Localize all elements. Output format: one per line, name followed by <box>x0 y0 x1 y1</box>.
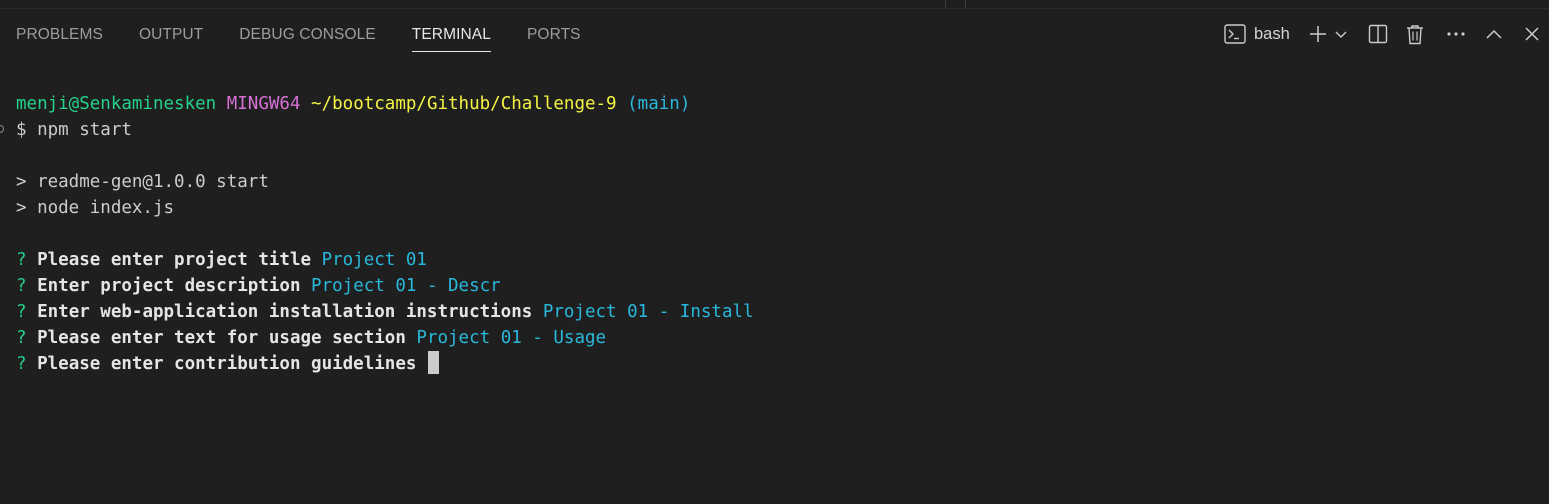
editor-divider <box>965 0 966 8</box>
tab-output[interactable]: OUTPUT <box>139 26 203 50</box>
tab-ports[interactable]: PORTS <box>527 26 581 50</box>
tab-problems[interactable]: PROBLEMS <box>16 26 103 50</box>
plus-icon <box>1308 24 1328 44</box>
prompt-line: menji@Senkaminesken MINGW64 ~/bootcamp/G… <box>0 91 1549 117</box>
question-text: Please enter text for usage section <box>37 328 406 348</box>
question-line: ? Please enter project title Project 01 <box>0 247 1549 273</box>
close-icon <box>1524 26 1540 42</box>
split-icon <box>1368 24 1388 44</box>
question-text: Enter web-application installation instr… <box>37 302 533 322</box>
command-line: $ npm start <box>0 117 1549 143</box>
question-mark: ? <box>16 250 27 270</box>
panel-header: PROBLEMS OUTPUT DEBUG CONSOLE TERMINAL P… <box>0 9 1549 61</box>
trash-icon <box>1406 24 1424 45</box>
question-text: Enter project description <box>37 276 301 296</box>
terminal-profile-label: bash <box>1254 24 1290 43</box>
new-terminal-button[interactable] <box>1307 21 1329 47</box>
question-line-active: ? Please enter contribution guidelines <box>0 351 1549 377</box>
tab-terminal[interactable]: TERMINAL <box>411 26 492 52</box>
terminal-profile-button[interactable]: bash <box>1224 21 1294 47</box>
split-terminal-button[interactable] <box>1367 21 1389 47</box>
answer-text: Project 01 <box>321 250 427 270</box>
panel-tabs: PROBLEMS OUTPUT DEBUG CONSOLE TERMINAL P… <box>16 26 617 52</box>
prompt-user-host: menji@Senkaminesken <box>16 94 217 114</box>
question-mark: ? <box>16 302 27 322</box>
tab-debug-console[interactable]: DEBUG CONSOLE <box>239 26 376 50</box>
terminal-icon <box>1224 24 1246 44</box>
question-mark: ? <box>16 276 27 296</box>
chevron-down-icon <box>1334 29 1348 39</box>
editor-bottom-edge <box>0 0 1549 9</box>
answer-text: Project 01 - Install <box>542 302 754 322</box>
close-panel-button[interactable] <box>1521 21 1543 47</box>
question-line: ? Enter project description Project 01 -… <box>0 273 1549 299</box>
answer-text: Project 01 - Usage <box>416 328 607 348</box>
prompt-path: ~/bootcamp/Github/Challenge-9 <box>311 94 617 114</box>
ellipsis-icon <box>1446 31 1466 37</box>
more-actions-button[interactable] <box>1445 21 1467 47</box>
question-line: ? Enter web-application installation ins… <box>0 299 1549 325</box>
terminal-cursor[interactable] <box>427 351 439 374</box>
kill-terminal-button[interactable] <box>1404 21 1426 47</box>
maximize-panel-button[interactable] <box>1483 21 1505 47</box>
terminal-output[interactable]: menji@Senkaminesken MINGW64 ~/bootcamp/G… <box>0 91 1549 377</box>
chevron-up-icon <box>1485 28 1503 40</box>
script-output-line: > node index.js <box>16 198 175 218</box>
editor-divider <box>945 0 946 8</box>
prompt-system: MINGW64 <box>226 94 301 114</box>
question-text: Please enter project title <box>37 250 312 270</box>
question-text: Please enter contribution guidelines <box>37 354 417 374</box>
question-mark: ? <box>16 354 27 374</box>
prompt-branch: (main) <box>627 94 691 114</box>
command-decoration-icon[interactable] <box>0 125 4 133</box>
answer-text: Project 01 - Descr <box>311 276 501 296</box>
script-output-line: > readme-gen@1.0.0 start <box>16 172 269 192</box>
question-line: ? Please enter text for usage section Pr… <box>0 325 1549 351</box>
command-text: $ npm start <box>16 120 132 140</box>
launch-profile-dropdown[interactable] <box>1333 21 1349 47</box>
question-mark: ? <box>16 328 27 348</box>
